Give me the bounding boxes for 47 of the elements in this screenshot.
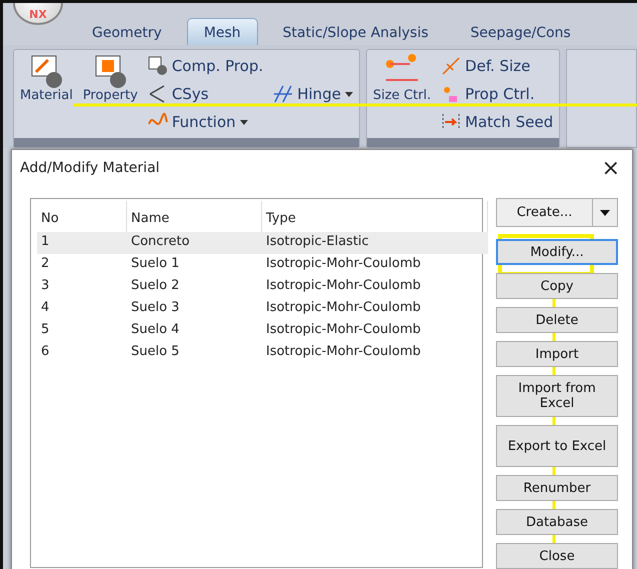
dialog-button[interactable]: Database bbox=[496, 509, 618, 535]
table-cell[interactable]: Suelo 2 bbox=[127, 276, 262, 298]
table-cell[interactable]: Suelo 3 bbox=[127, 298, 262, 320]
ribbon-button[interactable]: Material bbox=[20, 54, 73, 134]
ribbon-tab[interactable]: Seepage/Cons bbox=[453, 18, 588, 45]
table-cell[interactable]: 1 bbox=[37, 232, 127, 254]
ribbon-button[interactable]: Size Ctrl. bbox=[372, 54, 432, 134]
dialog-button[interactable]: Export to Excel bbox=[496, 425, 618, 467]
table-cell[interactable]: Isotropic-Mohr-Coulomb bbox=[262, 276, 488, 298]
dialog-button[interactable]: Import bbox=[496, 341, 618, 367]
ribbon-button[interactable]: Comp. Prop. bbox=[148, 54, 264, 78]
dialog-button[interactable]: Modify... bbox=[496, 239, 618, 265]
dialog-button[interactable]: Close bbox=[496, 543, 618, 569]
hinge-icon bbox=[273, 84, 294, 104]
caret-icon bbox=[600, 210, 610, 216]
table-cell[interactable]: Isotropic-Mohr-Coulomb bbox=[262, 342, 488, 364]
table-cell[interactable]: 6 bbox=[37, 342, 127, 364]
dialog-button[interactable]: Copy bbox=[496, 273, 618, 299]
ribbon-tab[interactable]: Mesh bbox=[186, 18, 258, 45]
ribbon-button[interactable]: Match Seed bbox=[441, 110, 554, 134]
table-cell[interactable]: Isotropic-Mohr-Coulomb bbox=[262, 298, 488, 320]
close-button[interactable]: × bbox=[602, 156, 620, 180]
ribbon-button[interactable]: CSys bbox=[148, 82, 264, 106]
table-cell[interactable]: 2 bbox=[37, 254, 127, 276]
ribbon-button[interactable]: Def. Size bbox=[441, 54, 554, 78]
dialog-button[interactable]: Import from Excel bbox=[496, 375, 618, 417]
table-cell[interactable]: Concreto bbox=[127, 232, 262, 254]
table-cell[interactable]: Suelo 1 bbox=[127, 254, 262, 276]
ribbon-tab[interactable]: Static/Slope Analysis bbox=[266, 18, 446, 45]
table-cell[interactable]: 3 bbox=[37, 276, 127, 298]
ribbon-button[interactable]: Prop Ctrl. bbox=[441, 82, 554, 106]
table-cell[interactable]: Isotropic-Mohr-Coulomb bbox=[262, 254, 488, 276]
table-cell[interactable]: 5 bbox=[37, 320, 127, 342]
table-cell[interactable]: Isotropic-Mohr-Coulomb bbox=[262, 320, 488, 342]
dialog-button[interactable]: Renumber bbox=[496, 475, 618, 501]
caret-icon bbox=[344, 92, 353, 96]
caret-icon bbox=[240, 120, 248, 124]
table-cell[interactable]: 4 bbox=[37, 298, 127, 320]
table-cell[interactable]: Suelo 5 bbox=[127, 342, 262, 364]
dialog-title: Add/Modify Material bbox=[20, 160, 160, 176]
ribbon-button[interactable]: Property bbox=[82, 54, 138, 134]
ribbon-button[interactable]: Hinge bbox=[273, 82, 353, 106]
ribbon-tab[interactable]: Geometry bbox=[75, 18, 179, 45]
ribbon-button[interactable]: Function bbox=[148, 110, 264, 134]
dialog-button[interactable]: Delete bbox=[496, 307, 618, 333]
table-cell[interactable]: Isotropic-Elastic bbox=[262, 232, 488, 254]
table-cell[interactable]: Suelo 4 bbox=[127, 320, 262, 342]
